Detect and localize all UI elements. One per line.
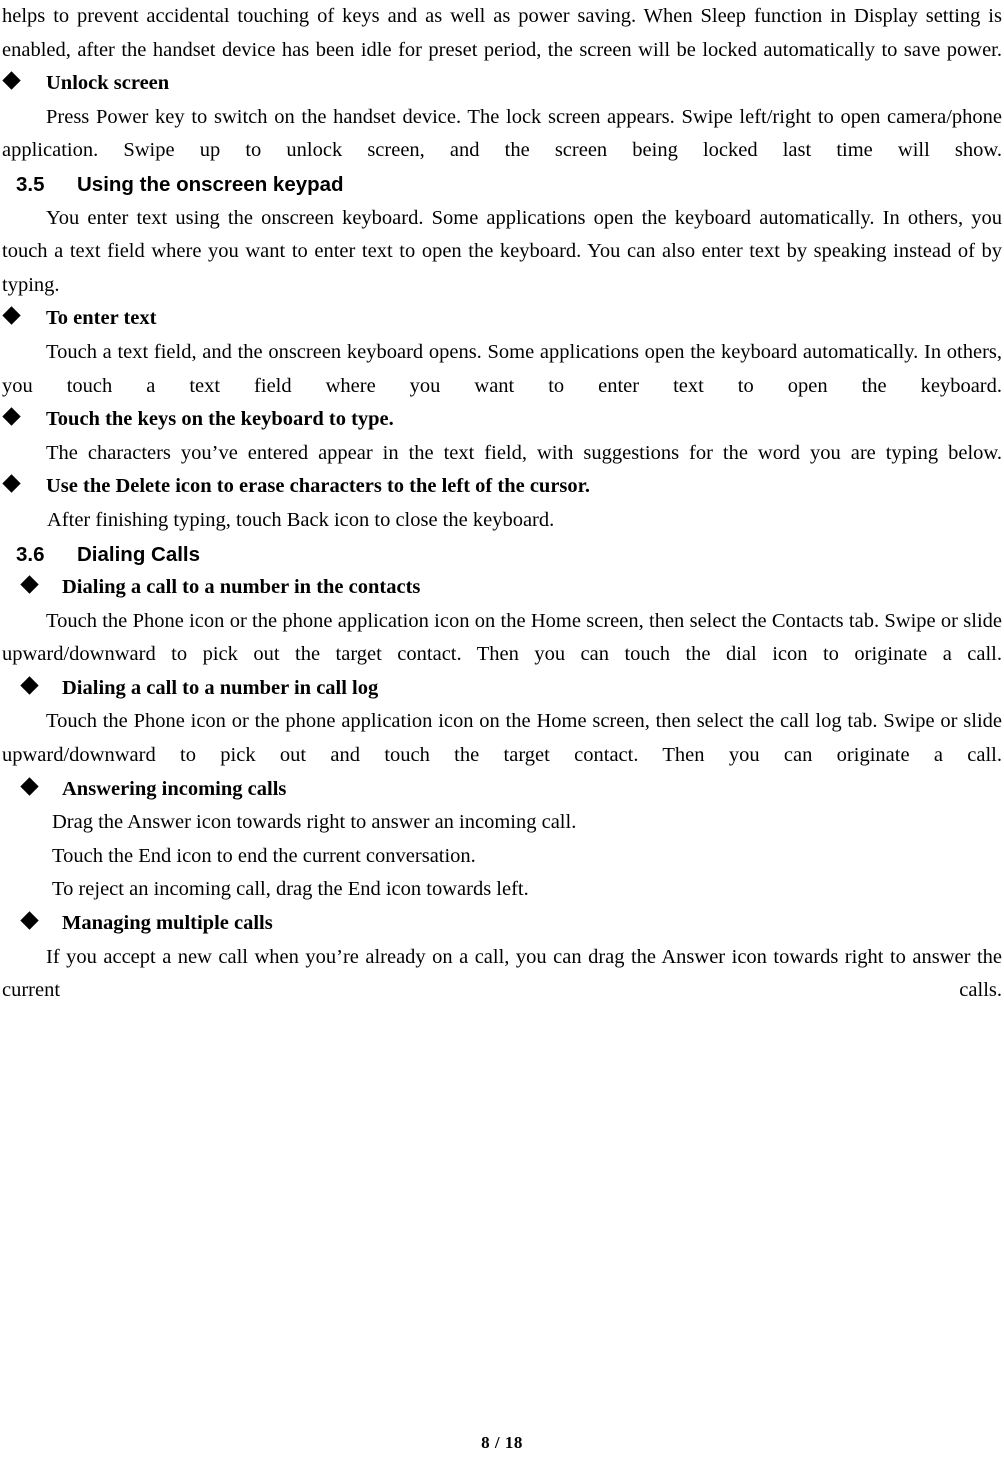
managing-calls-body: If you accept a new call when you’re alr… (2, 945, 1002, 1002)
section-number: 3.6 (16, 542, 45, 566)
diamond-bullet-icon (2, 306, 21, 326)
page-content: helps to prevent accidental touching of … (2, 0, 1002, 1008)
page-footer: 8 / 18 (0, 1433, 1004, 1453)
bullet-heading-unlock-screen: Unlock screen (2, 67, 1002, 101)
touch-keys-body: The characters you’ve entered appear in … (46, 441, 1002, 464)
bullet-heading-label: Answering incoming calls (62, 777, 287, 800)
to-enter-text-body: Touch a text field, and the onscreen key… (2, 340, 1002, 397)
section-3-5-body: You enter text using the onscreen keyboa… (2, 206, 1002, 296)
answering-calls-line-1: Drag the Answer icon towards right to an… (52, 811, 577, 834)
bullet-heading-label: Dialing a call to a number in call log (62, 676, 379, 699)
section-title: Using the onscreen keypad (77, 172, 344, 196)
bullet-heading-touch-keys: Touch the keys on the keyboard to type. (2, 403, 1002, 437)
section-heading-3-6: 3.6 Dialing Calls (2, 538, 1002, 572)
section-heading-3-5: 3.5 Using the onscreen keypad (2, 168, 1002, 202)
bullet-heading-label: Dialing a call to a number in the contac… (62, 576, 421, 599)
diamond-bullet-icon (2, 474, 21, 494)
bullet-heading-to-enter-text: To enter text (2, 302, 1002, 336)
answering-calls-line-3: To reject an incoming call, drag the End… (52, 878, 529, 901)
delete-icon-body: After finishing typing, touch Back icon … (47, 508, 555, 531)
diamond-bullet-icon (20, 911, 39, 930)
diamond-bullet-icon (20, 676, 39, 695)
diamond-bullet-icon (20, 575, 39, 594)
page-number: 8 / 18 (481, 1433, 523, 1452)
section-number: 3.5 (16, 172, 45, 196)
bullet-heading-managing-calls: Managing multiple calls (2, 907, 1002, 941)
bullet-heading-dial-contacts: Dialing a call to a number in the contac… (2, 571, 1002, 605)
answering-calls-line-2: Touch the End icon to end the current co… (52, 844, 476, 867)
unlock-screen-body: Press Power key to switch on the handset… (2, 105, 1002, 162)
intro-paragraph: helps to prevent accidental touching of … (2, 5, 1002, 61)
bullet-heading-answering-calls: Answering incoming calls (2, 773, 1002, 807)
section-title: Dialing Calls (77, 542, 201, 566)
bullet-heading-label: Touch the keys on the keyboard to type. (46, 408, 394, 431)
diamond-bullet-icon (2, 407, 21, 426)
bullet-heading-label: To enter text (46, 307, 157, 330)
diamond-bullet-icon (20, 776, 39, 796)
bullet-heading-label: Managing multiple calls (62, 912, 273, 935)
bullet-heading-label: Use the Delete icon to erase characters … (46, 475, 591, 498)
dial-call-log-body: Touch the Phone icon or the phone applic… (2, 710, 1002, 767)
dial-contacts-body: Touch the Phone icon or the phone applic… (2, 609, 1002, 666)
diamond-bullet-icon (2, 71, 21, 90)
bullet-heading-dial-call-log: Dialing a call to a number in call log (2, 672, 1002, 706)
bullet-heading-label: Unlock screen (46, 72, 170, 95)
document-page: helps to prevent accidental touching of … (0, 0, 1004, 1467)
bullet-heading-delete-icon: Use the Delete icon to erase characters … (2, 470, 1002, 504)
